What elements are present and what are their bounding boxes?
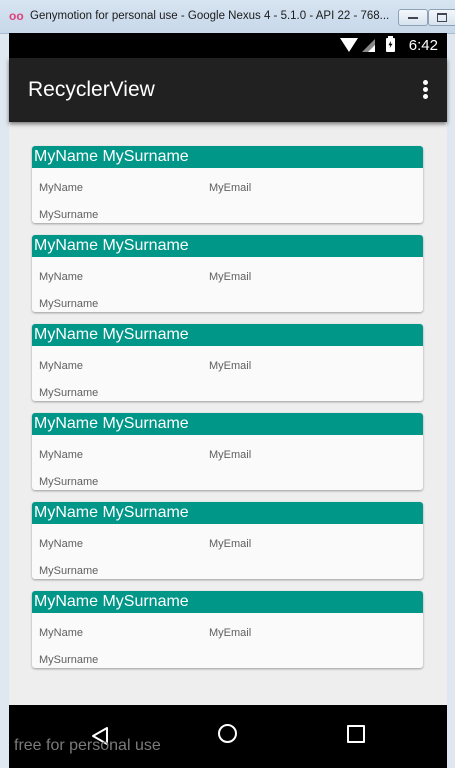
- card-title: MyName MySurname: [34, 593, 189, 610]
- card-title: MyName MySurname: [34, 504, 189, 521]
- list-item-card[interactable]: MyName MySurname MyName MyEmail MySurnam…: [32, 146, 423, 223]
- card-surname: MySurname: [39, 209, 99, 221]
- card-header: MyName MySurname: [32, 413, 423, 435]
- card-title: MyName MySurname: [34, 237, 189, 254]
- overflow-dot: [423, 94, 428, 99]
- signal-icon: [362, 39, 375, 52]
- minimize-icon: [408, 17, 418, 19]
- home-icon[interactable]: [218, 724, 237, 743]
- maximize-button[interactable]: [428, 9, 455, 26]
- card-header: MyName MySurname: [32, 591, 423, 613]
- card-header: MyName MySurname: [32, 235, 423, 257]
- window-title: Genymotion for personal use - Google Nex…: [30, 10, 390, 22]
- card-name: MyName: [39, 360, 84, 372]
- minimize-button[interactable]: [398, 9, 428, 26]
- android-screen: 6:42 RecyclerView MyName MySurname MyNam…: [9, 33, 447, 768]
- overflow-dot: [423, 87, 428, 92]
- card-email: MyEmail: [209, 360, 252, 372]
- card-name: MyName: [39, 538, 84, 550]
- overflow-menu-icon: [423, 80, 428, 85]
- card-email: MyEmail: [209, 449, 252, 461]
- card-name: MyName: [39, 182, 84, 194]
- watermark-text: free for personal use: [14, 737, 161, 754]
- recents-icon[interactable]: [347, 725, 365, 743]
- wifi-icon: [340, 38, 358, 52]
- status-time: 6:42: [408, 37, 438, 54]
- list-item-card[interactable]: MyName MySurname MyName MyEmail MySurnam…: [32, 591, 423, 668]
- card-name: MyName: [39, 449, 84, 461]
- status-bar: 6:42: [9, 33, 447, 58]
- card-list: MyName MySurname MyName MyEmail MySurnam…: [32, 146, 424, 680]
- card-surname: MySurname: [39, 387, 99, 399]
- maximize-icon: [437, 13, 447, 22]
- card-email: MyEmail: [209, 627, 252, 639]
- card-header: MyName MySurname: [32, 146, 423, 168]
- list-item-card[interactable]: MyName MySurname MyName MyEmail MySurnam…: [32, 413, 423, 490]
- card-email: MyEmail: [209, 538, 252, 550]
- card-title: MyName MySurname: [34, 415, 189, 432]
- overflow-menu-button[interactable]: [413, 76, 437, 104]
- card-name: MyName: [39, 627, 84, 639]
- list-item-card[interactable]: MyName MySurname MyName MyEmail MySurnam…: [32, 502, 423, 579]
- window-titlebar[interactable]: oo Genymotion for personal use - Google …: [0, 0, 455, 34]
- card-header: MyName MySurname: [32, 324, 423, 346]
- card-title: MyName MySurname: [34, 326, 189, 343]
- list-item-card[interactable]: MyName MySurname MyName MyEmail MySurnam…: [32, 235, 423, 312]
- card-header: MyName MySurname: [32, 502, 423, 524]
- list-item-card[interactable]: MyName MySurname MyName MyEmail MySurnam…: [32, 324, 423, 401]
- app-toolbar: RecyclerView: [9, 58, 447, 122]
- battery-charging-icon: [386, 36, 395, 52]
- card-title: MyName MySurname: [34, 148, 189, 165]
- card-surname: MySurname: [39, 565, 99, 577]
- recycler-view[interactable]: MyName MySurname MyName MyEmail MySurnam…: [9, 122, 447, 705]
- card-email: MyEmail: [209, 182, 252, 194]
- page-title: RecyclerView: [28, 78, 155, 101]
- card-surname: MySurname: [39, 298, 99, 310]
- card-name: MyName: [39, 271, 84, 283]
- card-email: MyEmail: [209, 271, 252, 283]
- emulator-window: oo Genymotion for personal use - Google …: [0, 0, 455, 768]
- genymotion-logo-icon: oo: [9, 9, 24, 23]
- card-surname: MySurname: [39, 476, 99, 488]
- card-surname: MySurname: [39, 654, 99, 666]
